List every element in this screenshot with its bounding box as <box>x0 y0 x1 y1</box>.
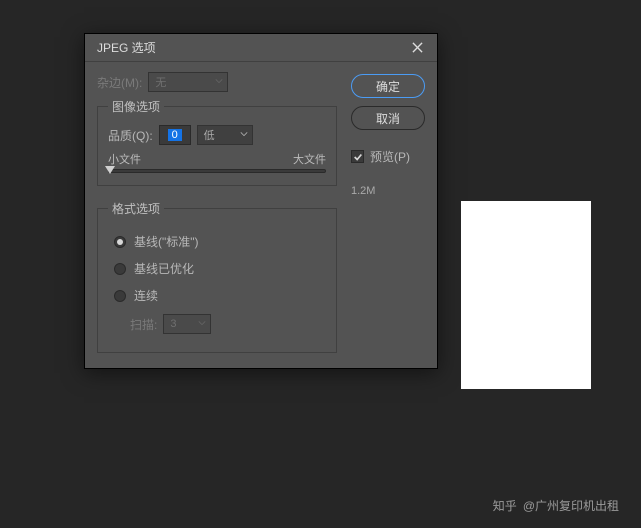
radio-baseline[interactable]: 基线("标准") <box>114 233 326 250</box>
preview-label: 预览(P) <box>370 148 410 165</box>
checkbox-icon <box>351 150 364 163</box>
preview-checkbox-row[interactable]: 预览(P) <box>351 148 425 165</box>
scans-value: 3 <box>170 318 176 330</box>
dialog-titlebar[interactable]: JPEG 选项 <box>85 34 437 62</box>
radio-baseline-label: 基线("标准") <box>134 233 199 250</box>
image-options-legend: 图像选项 <box>108 98 164 115</box>
close-icon <box>412 42 423 53</box>
slider-min-label: 小文件 <box>108 151 141 167</box>
slider-thumb[interactable] <box>105 166 115 174</box>
chevron-down-icon <box>198 318 206 330</box>
radio-progressive-label: 连续 <box>134 287 158 304</box>
dialog-title: JPEG 选项 <box>97 39 156 56</box>
quality-preset-dropdown[interactable]: 低 <box>197 125 253 145</box>
cancel-button-label: 取消 <box>376 110 400 127</box>
quality-label: 品质(Q): <box>108 127 153 144</box>
chevron-down-icon <box>240 129 248 141</box>
watermark: 知乎 @广州复印机出租 <box>493 497 619 514</box>
radio-icon <box>114 290 126 302</box>
format-options-legend: 格式选项 <box>108 200 164 217</box>
scans-label: 扫描: <box>130 316 157 333</box>
scans-dropdown: 3 <box>163 314 211 334</box>
radio-icon <box>114 263 126 275</box>
radio-icon <box>114 236 126 248</box>
matte-dropdown: 无 <box>148 72 228 92</box>
image-options-group: 图像选项 品质(Q): 0 低 小文件 大文件 <box>97 98 337 186</box>
chevron-down-icon <box>215 76 223 88</box>
jpeg-options-dialog: JPEG 选项 杂边(M): 无 图像选项 品质(Q): 0 <box>84 33 438 369</box>
watermark-author: @广州复印机出租 <box>523 497 619 514</box>
quality-slider[interactable] <box>108 169 326 173</box>
matte-label: 杂边(M): <box>97 74 142 91</box>
radio-optimized-label: 基线已优化 <box>134 260 194 277</box>
close-button[interactable] <box>405 36 429 60</box>
radio-progressive[interactable]: 连续 <box>114 287 326 304</box>
quality-preset-value: 低 <box>204 127 215 143</box>
filesize-readout: 1.2M <box>351 185 425 197</box>
preview-pane <box>461 201 591 389</box>
radio-optimized[interactable]: 基线已优化 <box>114 260 326 277</box>
cancel-button[interactable]: 取消 <box>351 106 425 130</box>
watermark-brand: 知乎 <box>493 497 517 514</box>
quality-input[interactable]: 0 <box>159 125 191 145</box>
matte-value: 无 <box>155 74 166 90</box>
quality-value: 0 <box>168 129 182 141</box>
format-options-group: 格式选项 基线("标准") 基线已优化 连续 扫描: 3 <box>97 200 337 353</box>
slider-max-label: 大文件 <box>293 151 326 167</box>
ok-button-label: 确定 <box>376 78 400 95</box>
ok-button[interactable]: 确定 <box>351 74 425 98</box>
